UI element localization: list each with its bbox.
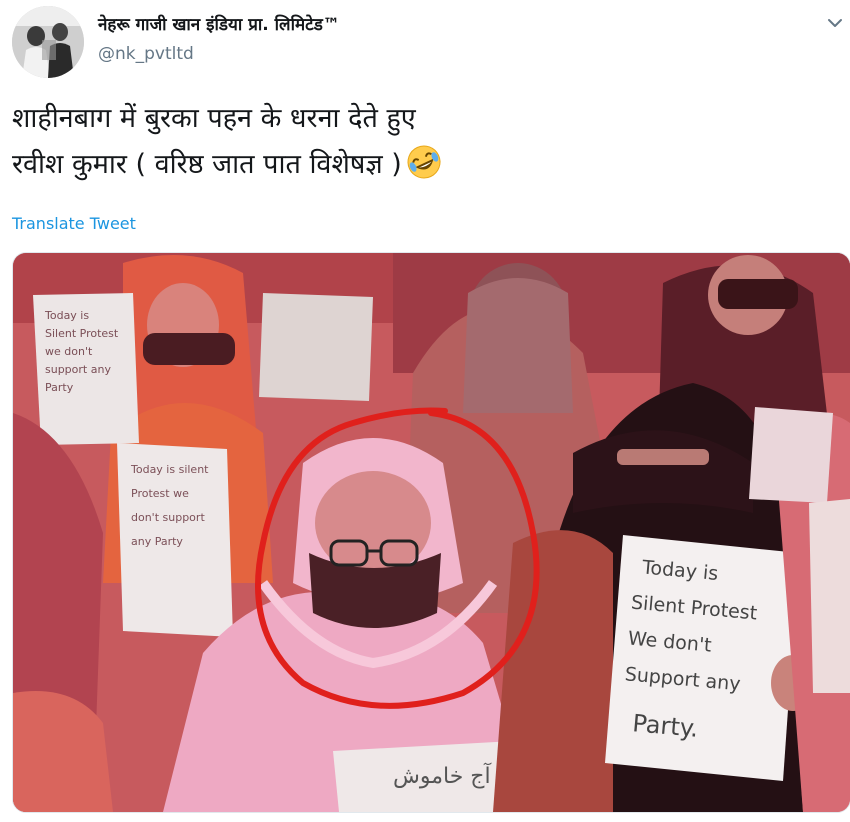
user-handle[interactable]: @nk_pvtltd (98, 44, 194, 64)
svg-text:Protest we: Protest we (131, 487, 189, 500)
chevron-down-icon[interactable] (826, 14, 844, 32)
svg-text:Today is: Today is (44, 309, 89, 322)
display-name[interactable]: नेहरू गाजी खान इंडिया प्रा. लिमिटेड™ (98, 12, 340, 35)
svg-text:Party: Party (45, 381, 74, 394)
tweet-text-line: शाहीनबाग में बुरका पहन के धरना देते हुए (12, 103, 416, 134)
tweet-text-line: रवीश कुमार ( वरिष्ठ जात पात विशेषज्ञ ) (12, 149, 402, 180)
placard-right-main: Today is Silent Protest We don't Support… (605, 535, 815, 781)
svg-text:Today is silent: Today is silent (130, 463, 209, 476)
avatar[interactable] (12, 6, 84, 78)
tweet-text: शाहीनबाग में बुरका पहन के धरना देते हुए … (12, 96, 442, 188)
svg-text:we don't: we don't (45, 345, 93, 358)
translate-tweet-link[interactable]: Translate Tweet (12, 214, 136, 233)
placard-back-left: Today is Silent Protest we don't support… (33, 293, 139, 445)
svg-text:Party.: Party. (631, 709, 699, 743)
rolling-on-floor-laughing-emoji-icon (407, 145, 441, 179)
urdu-placard-text: آج خاموش (393, 762, 492, 789)
svg-text:don't support: don't support (131, 511, 205, 524)
svg-text:support any: support any (45, 363, 111, 376)
placard-bottom-urdu: آج خاموش (333, 741, 521, 812)
tweet-photo[interactable]: Today is Silent Protest we don't support… (12, 252, 850, 813)
placard-left-middle: Today is silent Protest we don't support… (117, 443, 233, 637)
svg-text:Silent Protest: Silent Protest (45, 327, 119, 340)
svg-text:any Party: any Party (131, 535, 183, 548)
